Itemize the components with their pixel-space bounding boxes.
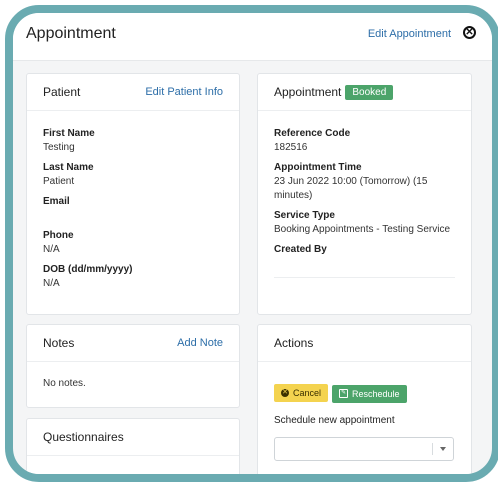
created-by-label: Created By <box>274 244 327 255</box>
appointment-card-title-wrap: Appointment Booked <box>274 85 394 100</box>
service-type-label: Service Type <box>274 210 335 221</box>
modal-header: Appointment Edit Appointment ✕ <box>13 13 492 61</box>
modal-frame: Appointment Edit Appointment ✕ Patient E… <box>5 5 498 482</box>
phone-label: Phone <box>43 230 74 241</box>
cancel-button[interactable]: ✕ Cancel <box>274 384 329 402</box>
no-notes-text: No notes. <box>43 378 86 389</box>
actions-card-title: Actions <box>274 336 314 350</box>
notes-card-title: Notes <box>43 336 75 350</box>
edit-appointment-link[interactable]: Edit Appointment <box>368 28 451 40</box>
actions-card: Actions ✕ Cancel ✎ Reschedule Schedule n… <box>257 324 472 474</box>
patient-card: Patient Edit Patient Info First Name Tes… <box>26 73 240 315</box>
page-title: Appointment <box>26 25 116 42</box>
patient-card-title: Patient <box>43 85 81 99</box>
first-name-label: First Name <box>43 128 95 139</box>
created-by-value <box>274 257 455 271</box>
phone-value: N/A <box>43 244 60 255</box>
notes-card: Notes Add Note No notes. <box>26 324 240 408</box>
divider <box>274 277 455 278</box>
reference-code-label: Reference Code <box>274 128 351 139</box>
questionnaires-card-title: Questionnaires <box>43 430 124 444</box>
appointment-time-label: Appointment Time <box>274 162 362 173</box>
chevron-down-icon <box>440 447 446 451</box>
appointment-card-header: Appointment Booked <box>258 74 471 111</box>
reference-code-value: 182516 <box>274 142 308 153</box>
last-name-label: Last Name <box>43 162 94 173</box>
notes-body: No notes. <box>27 362 239 391</box>
service-type-value: Booking Appointments - Testing Service <box>274 224 451 235</box>
questionnaires-card: Questionnaires <box>26 418 240 474</box>
appointment-card-title: Appointment <box>274 85 342 99</box>
dob-value: N/A <box>43 278 60 289</box>
dob-label: DOB (dd/mm/yyyy) <box>43 264 133 275</box>
first-name-value: Testing <box>43 142 75 153</box>
last-name-value: Patient <box>43 176 75 187</box>
patient-details: First Name Testing Last Name Patient Ema… <box>27 111 239 291</box>
select-separator <box>432 443 433 455</box>
add-note-link[interactable]: Add Note <box>177 337 223 349</box>
reschedule-button[interactable]: ✎ Reschedule <box>332 384 407 403</box>
close-icon[interactable]: ✕ <box>463 26 476 39</box>
email-label: Email <box>43 196 70 207</box>
action-buttons: ✕ Cancel ✎ Reschedule <box>274 381 407 403</box>
patient-card-header: Patient Edit Patient Info <box>27 74 239 111</box>
cancel-icon: ✕ <box>281 389 289 397</box>
appointment-details: Reference Code 182516 Appointment Time 2… <box>258 111 471 278</box>
schedule-select[interactable] <box>274 437 454 461</box>
edit-icon: ✎ <box>339 389 349 398</box>
questionnaires-card-header: Questionnaires <box>27 419 239 456</box>
appointment-time-value: 23 Jun 2022 10:00 (Tomorrow) (15 minutes… <box>274 176 428 201</box>
email-value <box>43 209 223 223</box>
actions-card-header: Actions <box>258 325 471 362</box>
edit-patient-info-link[interactable]: Edit Patient Info <box>145 86 223 98</box>
status-badge: Booked <box>345 85 394 100</box>
notes-card-header: Notes Add Note <box>27 325 239 362</box>
reschedule-button-label: Reschedule <box>352 388 400 399</box>
cancel-button-label: Cancel <box>293 388 322 398</box>
appointment-card: Appointment Booked Reference Code 182516 … <box>257 73 472 315</box>
schedule-new-label: Schedule new appointment <box>274 415 395 426</box>
